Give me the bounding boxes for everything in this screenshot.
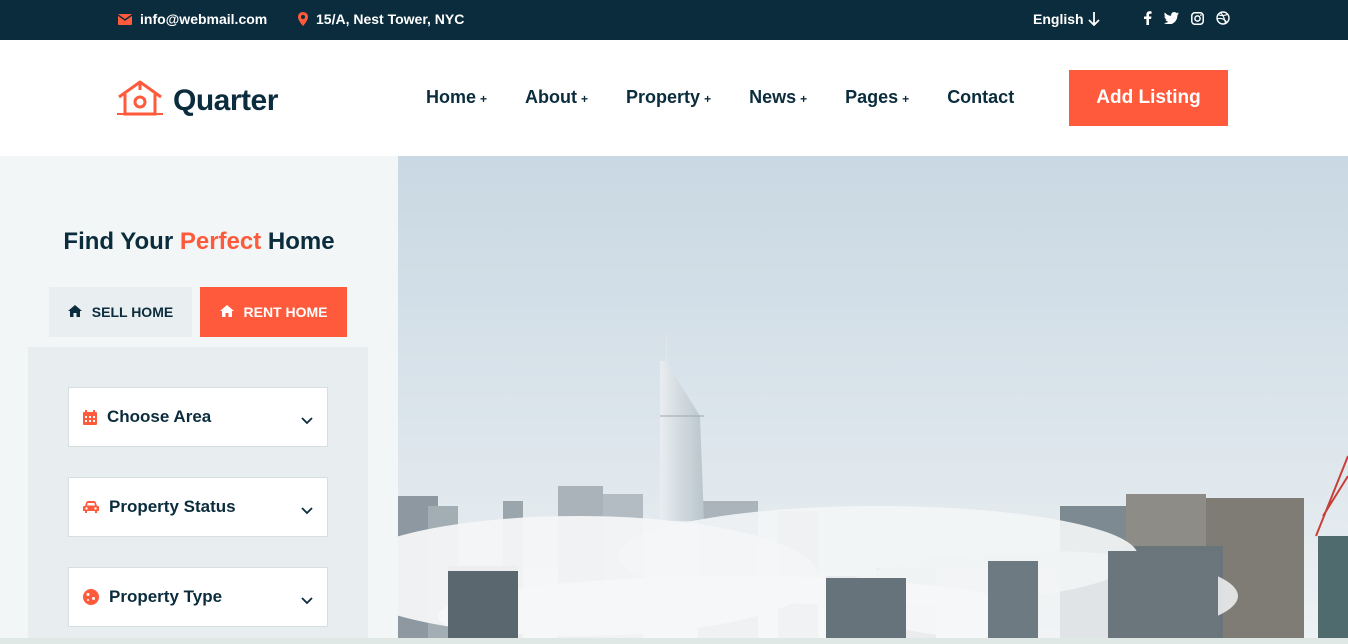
facebook-icon[interactable]: [1143, 11, 1152, 25]
city-skyline-illustration: [398, 156, 1348, 644]
choose-area-select[interactable]: Choose Area: [68, 387, 328, 447]
nav-label: Contact: [947, 87, 1015, 107]
chevron-down-icon: [301, 590, 313, 610]
search-title: Find Your Perfect Home: [0, 228, 398, 256]
nav-about[interactable]: About +: [525, 87, 588, 108]
main-header: Quarter Home + About + Property + News + Pag…: [0, 40, 1348, 156]
plus-icon: +: [800, 92, 808, 106]
select-label: Property Status: [109, 497, 236, 516]
dribbble-icon[interactable]: [1216, 11, 1230, 25]
nav-news[interactable]: News +: [749, 87, 807, 108]
plus-icon: +: [480, 92, 488, 106]
nav-label: Property: [626, 87, 701, 107]
nav-property[interactable]: Property +: [626, 87, 711, 108]
calendar-icon: [83, 409, 97, 425]
tab-sell-home[interactable]: SELL HOME: [49, 287, 192, 337]
logo-text: Quarter: [173, 83, 278, 117]
nav-label: About: [525, 87, 578, 107]
nav-label: Pages: [845, 87, 899, 107]
address-contact: 15/A, Nest Tower, NYC: [298, 11, 464, 27]
title-part: Find Your: [63, 228, 180, 255]
chevron-down-icon: [301, 500, 313, 520]
tab-label: SELL HOME: [91, 304, 174, 320]
title-part: Home: [261, 228, 335, 255]
search-form: Choose Area Property Status Property Typ…: [28, 347, 368, 644]
cookie-icon: [83, 589, 99, 605]
bottom-strip: [0, 638, 1348, 644]
home-icon: [219, 304, 234, 320]
property-type-select[interactable]: Property Type: [68, 567, 328, 627]
hero-image: [398, 156, 1348, 644]
plus-icon: +: [704, 92, 712, 106]
email-contact[interactable]: info@webmail.com: [118, 11, 267, 27]
search-panel: Find Your Perfect Home SELL HOME RENT HO…: [0, 156, 398, 644]
email-text: info@webmail.com: [140, 11, 268, 27]
language-selector[interactable]: English: [1033, 11, 1100, 27]
main-nav: Home + About + Property + News + Pages + Cont…: [426, 87, 1052, 108]
select-label: Property Type: [109, 587, 223, 606]
property-status-select[interactable]: Property Status: [68, 477, 328, 537]
house-logo-icon: [117, 80, 163, 121]
plus-icon: +: [902, 92, 910, 106]
select-label: Choose Area: [107, 407, 212, 426]
arrow-down-icon: [1087, 12, 1100, 26]
instagram-icon[interactable]: [1191, 11, 1204, 25]
car-icon: [83, 500, 99, 514]
nav-label: Home: [426, 87, 477, 107]
envelope-icon: [118, 13, 132, 25]
nav-pages[interactable]: Pages +: [845, 87, 909, 108]
site-logo[interactable]: Quarter: [117, 80, 278, 121]
nav-label: News: [749, 87, 797, 107]
language-label: English: [1033, 11, 1084, 27]
plus-icon: +: [581, 92, 589, 106]
nav-contact[interactable]: Contact: [947, 87, 1014, 108]
map-pin-icon: [298, 12, 308, 26]
address-text: 15/A, Nest Tower, NYC: [316, 11, 465, 27]
home-icon: [67, 304, 82, 320]
chevron-down-icon: [301, 410, 313, 430]
twitter-icon[interactable]: [1164, 12, 1179, 24]
top-bar: info@webmail.com 15/A, Nest Tower, NYC E…: [0, 0, 1348, 40]
add-listing-button[interactable]: Add Listing: [1069, 70, 1228, 126]
social-links: [1143, 11, 1230, 25]
tab-label: RENT HOME: [243, 304, 328, 320]
nav-home[interactable]: Home +: [426, 87, 487, 108]
title-accent: Perfect: [179, 228, 262, 255]
tab-rent-home[interactable]: RENT HOME: [200, 287, 347, 337]
